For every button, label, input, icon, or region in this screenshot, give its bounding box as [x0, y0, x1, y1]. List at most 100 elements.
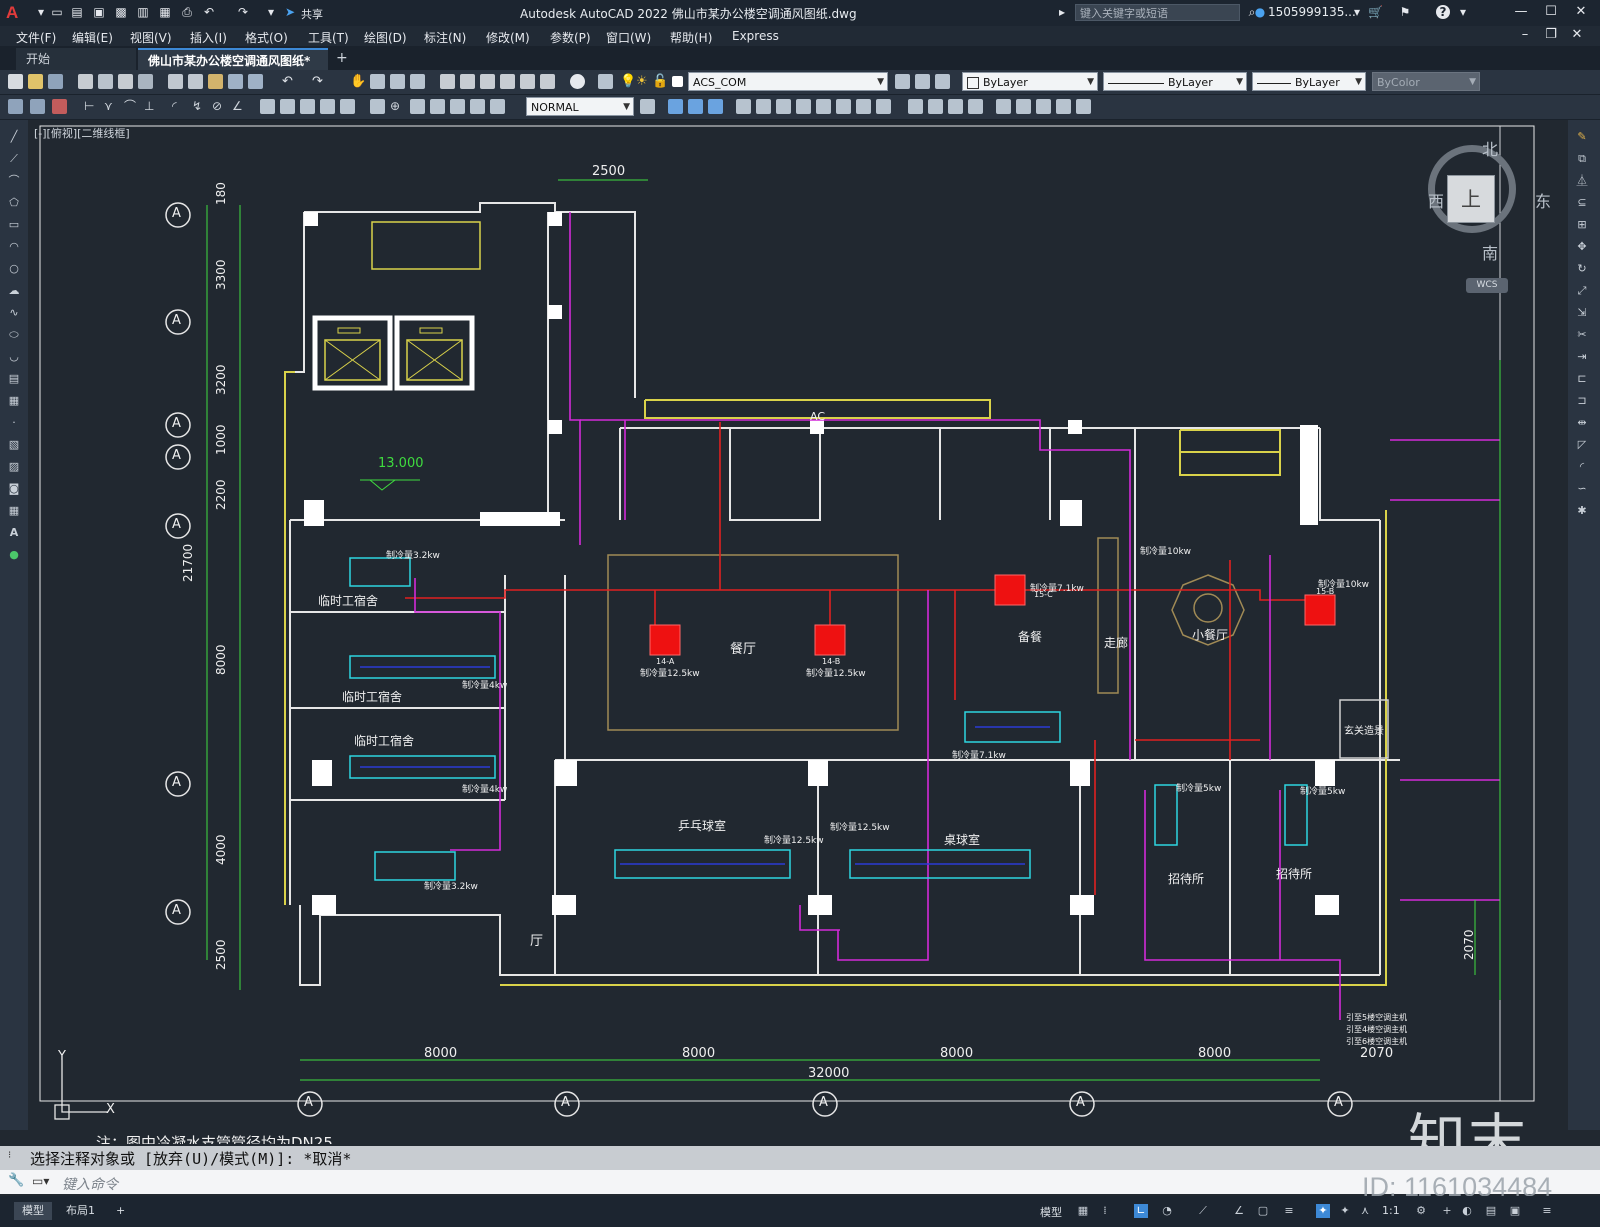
cart-icon[interactable]: 🛒 — [1368, 5, 1383, 19]
dim-break-icon[interactable] — [340, 99, 355, 114]
save-tb-icon[interactable] — [48, 74, 63, 89]
circle-tool-icon[interactable]: ○ — [7, 262, 21, 276]
arc-tool-icon[interactable]: ◠ — [7, 240, 21, 254]
maximize-button[interactable]: ☐ — [1540, 3, 1562, 21]
help-tb-icon[interactable] — [570, 74, 585, 89]
copy-icon[interactable] — [188, 74, 203, 89]
modify-erase-icon[interactable] — [1056, 99, 1071, 114]
command-grip-icon[interactable]: ⁝ — [8, 1150, 11, 1161]
publish-tb-icon[interactable] — [118, 74, 133, 89]
orbit-icon[interactable] — [668, 99, 683, 114]
break-tool-icon[interactable]: ⊐ — [1575, 394, 1589, 408]
modify-chamfer-icon[interactable] — [996, 99, 1011, 114]
hardware-accel-icon[interactable]: ▤ — [1484, 1204, 1498, 1218]
annotation-scale-icon[interactable]: ⋏ — [1358, 1204, 1372, 1218]
user-arrow-icon[interactable]: ▾ — [1350, 5, 1364, 19]
make-current-icon[interactable] — [895, 74, 910, 89]
viewcube-top-face[interactable]: 上 — [1447, 175, 1495, 223]
modify-trim-icon[interactable] — [908, 99, 923, 114]
paste-icon[interactable] — [208, 74, 223, 89]
cut-icon[interactable] — [168, 74, 183, 89]
add-layout-tab[interactable]: + — [108, 1202, 133, 1220]
wipeout-icon[interactable] — [52, 99, 67, 114]
linetype-dropdown[interactable]: ByLayer ▼ — [1103, 72, 1247, 91]
plot-preview-icon[interactable]: ▦ — [158, 5, 172, 19]
dim-space-icon[interactable] — [320, 99, 335, 114]
search-expand-icon[interactable]: ▸ — [1055, 5, 1069, 19]
modify-properties-icon[interactable] — [1076, 99, 1091, 114]
modify-array-icon[interactable] — [796, 99, 811, 114]
plotstyle-dropdown[interactable]: ByColor ▼ — [1372, 72, 1480, 91]
break-point-tool-icon[interactable]: ⊏ — [1575, 372, 1589, 386]
addselected-tool-icon[interactable]: ● — [7, 548, 21, 562]
new-file-icon[interactable]: ▭ — [50, 5, 64, 19]
command-recent-icon[interactable]: ▭▾ — [32, 1174, 49, 1188]
snap-icon[interactable]: ⁞ — [1098, 1204, 1112, 1218]
print-icon[interactable]: ⎙ — [180, 5, 194, 19]
modify-break-icon[interactable] — [948, 99, 963, 114]
ellipse-arc-tool-icon[interactable]: ◡ — [7, 350, 21, 364]
blend-tool-icon[interactable]: ∽ — [1575, 482, 1589, 496]
isodraft-icon[interactable]: ⟋ — [1196, 1204, 1210, 1218]
workspace-gear-icon[interactable]: ⚙ — [1414, 1204, 1428, 1218]
modify-join-icon[interactable] — [968, 99, 983, 114]
layer-properties-icon[interactable] — [598, 74, 613, 89]
layer-dropdown[interactable]: ACS_COM ▼ — [688, 72, 888, 91]
search-input[interactable]: 键入关键字或短语 — [1075, 4, 1240, 21]
jogged-linear-icon[interactable] — [430, 99, 445, 114]
command-input[interactable]: 键入命令 — [62, 1174, 118, 1194]
color-dropdown[interactable]: ByLayer ▼ — [962, 72, 1098, 91]
inspect-icon[interactable] — [410, 99, 425, 114]
modify-stretch-icon[interactable] — [876, 99, 891, 114]
point-tool-icon[interactable]: · — [7, 416, 21, 430]
drawing-canvas[interactable] — [28, 122, 1568, 1124]
linear-dim-icon[interactable]: ⊢ — [84, 99, 99, 114]
hatch-tool-icon[interactable]: ▧ — [7, 438, 21, 452]
redo-tb-icon[interactable]: ↷ — [312, 74, 327, 89]
help-icon[interactable]: ? — [1436, 5, 1450, 19]
view-icon[interactable] — [688, 99, 703, 114]
undo-icon[interactable]: ↶ — [202, 5, 216, 19]
menu-modify[interactable]: 修改(M) — [486, 29, 530, 46]
menu-express[interactable]: Express — [732, 29, 779, 43]
quick-dim-icon[interactable] — [260, 99, 275, 114]
doc-restore-button[interactable]: ❐ — [1540, 26, 1562, 44]
lineweight-icon[interactable]: ≡ — [1282, 1204, 1296, 1218]
angular-dim-icon[interactable]: ∠ — [232, 99, 247, 114]
gradient-tool-icon[interactable]: ▨ — [7, 460, 21, 474]
osnap-icon[interactable]: ▢ — [1256, 1204, 1270, 1218]
share-icon[interactable]: ➤ — [283, 5, 297, 19]
menu-view[interactable]: 视图(V) — [130, 29, 172, 46]
open-file-icon[interactable]: ▤ — [70, 5, 84, 19]
mtext-tool-icon[interactable]: A — [7, 526, 21, 540]
doc-minimize-button[interactable]: – — [1514, 26, 1536, 44]
move-tool-icon[interactable]: ✥ — [1575, 240, 1589, 254]
viewport-controls[interactable]: [-][俯视][二维线框] — [34, 125, 130, 141]
tolerance-icon[interactable] — [370, 99, 385, 114]
polar-icon[interactable]: ◔ — [1160, 1204, 1174, 1218]
menu-format[interactable]: 格式(O) — [245, 29, 288, 46]
trim-tool-icon[interactable]: ✂ — [1575, 328, 1589, 342]
continue-dim-icon[interactable] — [300, 99, 315, 114]
menu-dimension[interactable]: 标注(N) — [424, 29, 466, 46]
dim-style-manager-icon[interactable] — [640, 99, 655, 114]
wrench-icon[interactable]: 🔧 — [8, 1173, 24, 1188]
doc-close-button[interactable]: ✕ — [1566, 26, 1588, 44]
radius-dim-icon[interactable]: ◜ — [172, 99, 187, 114]
plot-icon[interactable] — [78, 74, 93, 89]
viewcube-east[interactable]: 东 — [1535, 188, 1551, 212]
menu-help[interactable]: 帮助(H) — [670, 29, 712, 46]
auto-scale-icon[interactable]: ✦ — [1338, 1204, 1352, 1218]
modify-rotate-icon[interactable] — [836, 99, 851, 114]
user-account[interactable]: 1505999135... — [1268, 5, 1356, 19]
erase-tool-icon[interactable]: ✎ — [1575, 130, 1589, 144]
region-tool-icon[interactable]: ◙ — [7, 482, 21, 496]
share-label[interactable]: 共享 — [301, 6, 323, 22]
zoom-realtime-icon[interactable] — [370, 74, 385, 89]
matchprop-icon[interactable] — [228, 74, 243, 89]
spline-tool-icon[interactable]: ∿ — [7, 306, 21, 320]
lineweight-dropdown[interactable]: ByLayer ▼ — [1252, 72, 1366, 91]
command-line[interactable]: 🔧 ▭▾ 键入命令 — [0, 1170, 1600, 1194]
xline-tool-icon[interactable]: ⟋ — [7, 152, 21, 166]
explode-tool-icon[interactable]: ✱ — [1575, 504, 1589, 518]
